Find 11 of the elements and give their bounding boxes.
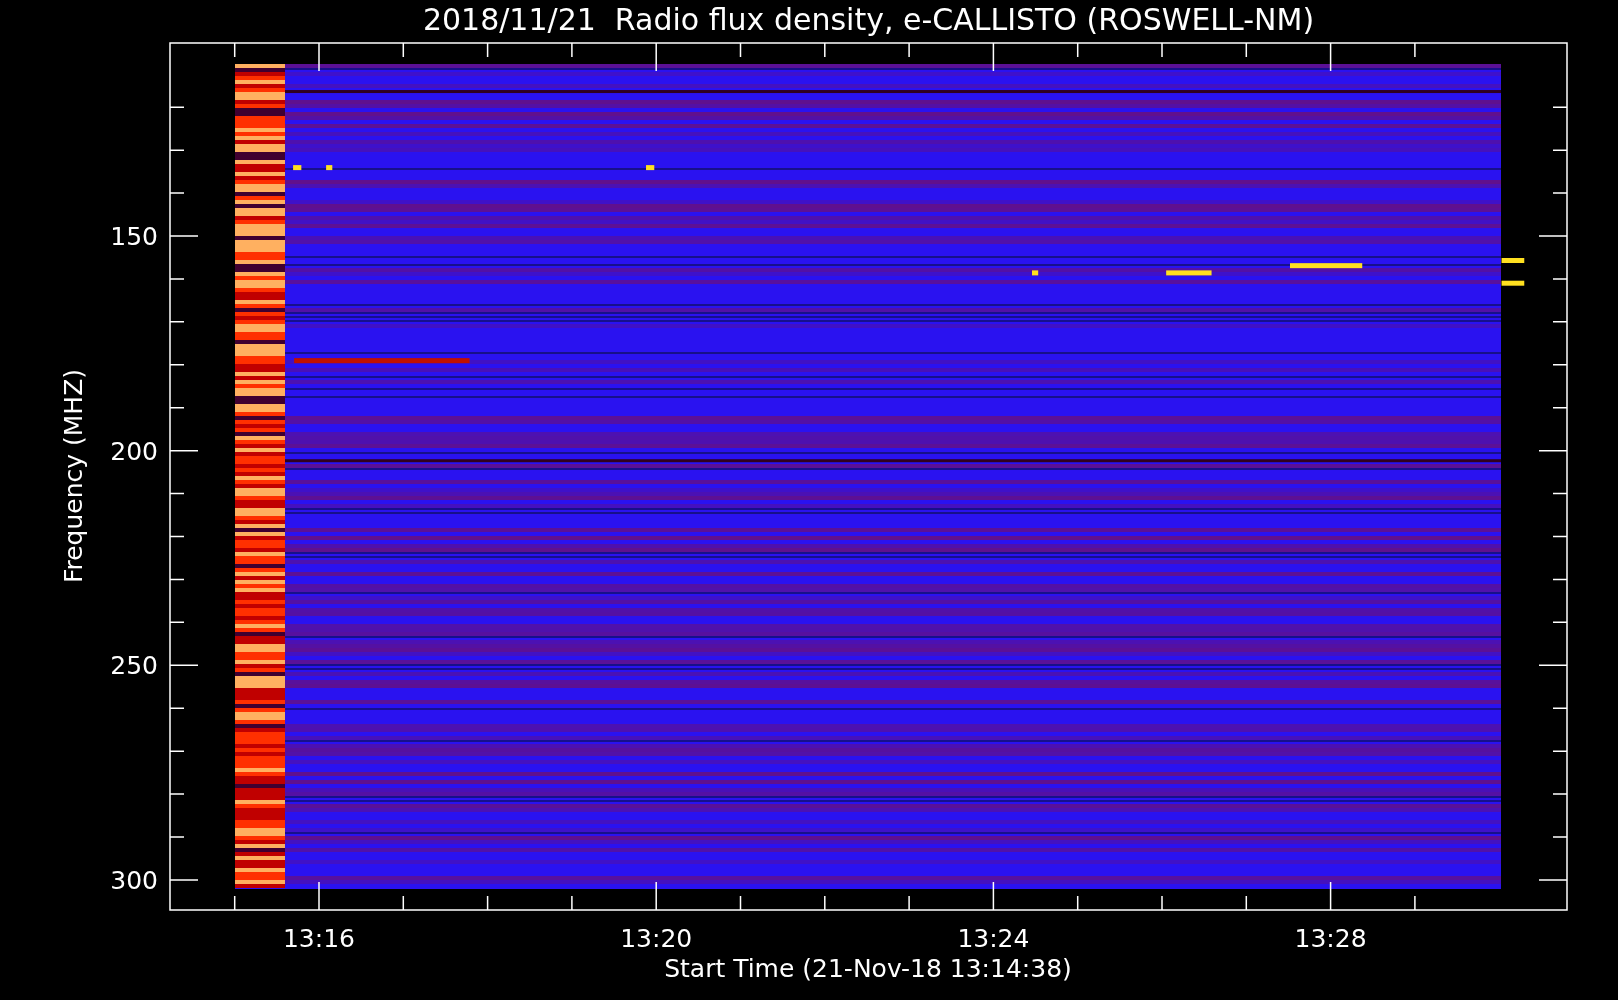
y-tick-label: 150	[110, 222, 158, 251]
y-tick-label: 250	[110, 651, 158, 681]
x-tick-label: 13:24	[957, 924, 1030, 953]
x-tick-label: 13:28	[1294, 924, 1367, 953]
y-axis-label: Frequency (MHZ)	[59, 368, 88, 584]
y-tick-label: 300	[110, 865, 158, 895]
y-tick-label: 200	[110, 436, 158, 466]
x-axis-label: Start Time (21-Nov-18 13:14:38)	[664, 954, 1072, 983]
chart-title: 2018/11/21 Radio flux density, e-CALLISTO (ROSWELL-NM)	[422, 5, 1315, 35]
x-tick-label: 13:16	[283, 924, 355, 953]
x-tick-label: 13:20	[620, 924, 693, 953]
